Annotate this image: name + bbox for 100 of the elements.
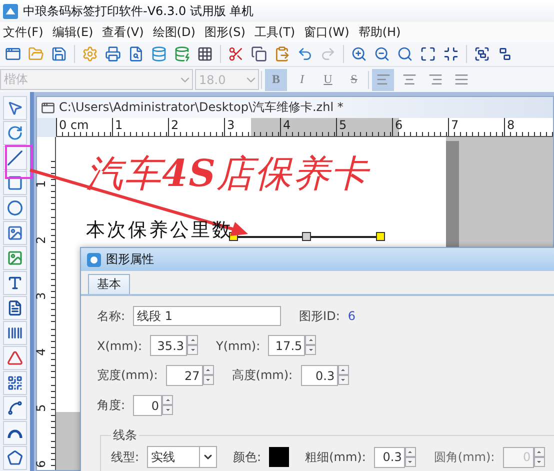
zoom-out-icon[interactable] xyxy=(374,46,390,62)
tool-button[interactable] xyxy=(3,96,27,120)
number-field[interactable]: 0.3 xyxy=(374,446,405,468)
ungroup-icon[interactable] xyxy=(497,46,513,62)
tool-button[interactable] xyxy=(3,221,27,245)
number-field[interactable]: 17.5 xyxy=(268,335,306,356)
group-icon[interactable] xyxy=(474,46,490,62)
menu-item[interactable]: 图形(S) xyxy=(204,24,246,40)
zoom-in-icon[interactable] xyxy=(351,46,367,62)
tool-button[interactable] xyxy=(3,321,27,345)
highlight-frame xyxy=(5,145,33,179)
save-icon[interactable] xyxy=(51,46,67,62)
ellipse-icon xyxy=(7,200,23,216)
barcode-icon xyxy=(7,325,23,341)
ruler-label: 6 xyxy=(34,460,48,468)
spin-up-button[interactable] xyxy=(404,446,416,456)
align-button[interactable] xyxy=(372,68,394,90)
field-label: 宽度(mm): xyxy=(97,367,158,384)
dialog-title: 图形属性 xyxy=(106,251,154,268)
arc-icon xyxy=(7,427,23,439)
spin-up-button[interactable] xyxy=(305,335,316,345)
tool-button[interactable] xyxy=(3,246,27,270)
menu-item[interactable]: 工具(T) xyxy=(254,24,296,40)
ruler-label: 4 xyxy=(34,348,48,356)
fit-page-icon[interactable] xyxy=(420,46,436,62)
tool-button[interactable] xyxy=(3,421,27,445)
database-check-icon[interactable] xyxy=(174,46,190,62)
ruler-label: 3 xyxy=(34,292,48,300)
printer-icon[interactable] xyxy=(105,46,121,62)
text-style-button[interactable]: U xyxy=(317,68,339,90)
search-icon[interactable] xyxy=(397,46,413,62)
spin-down-button[interactable] xyxy=(162,405,174,415)
tool-button[interactable] xyxy=(3,296,27,320)
tool-button[interactable] xyxy=(3,121,27,145)
tool-button[interactable] xyxy=(3,346,27,370)
tab[interactable]: 基本 xyxy=(88,274,130,294)
paragraph-icon xyxy=(7,300,23,316)
spin-down-button[interactable] xyxy=(338,375,349,385)
text-style-button[interactable]: I xyxy=(291,68,313,90)
menu-item[interactable]: 文件(F) xyxy=(3,24,44,40)
tool-button[interactable] xyxy=(3,446,27,470)
image-icon xyxy=(7,250,23,266)
scissors-icon[interactable] xyxy=(228,46,244,62)
print-preview-icon[interactable] xyxy=(128,46,144,62)
rotate-icon xyxy=(7,125,23,141)
field-label: 图形ID: xyxy=(299,308,340,324)
ruler-label: 2 xyxy=(34,236,48,244)
paste-icon[interactable] xyxy=(274,46,290,62)
spin-down-button[interactable] xyxy=(305,345,316,355)
pointer-icon xyxy=(7,100,23,116)
ruler-label: 8 xyxy=(506,118,515,132)
field-label: 高度(mm): xyxy=(232,367,293,384)
ruler-label: 7 xyxy=(450,118,459,132)
spin-up-button[interactable] xyxy=(187,335,198,345)
shape-id-value: 6 xyxy=(348,309,356,323)
menu-item[interactable]: 编辑(E) xyxy=(52,24,94,40)
name-field[interactable]: 线段 1 xyxy=(133,306,282,326)
menu-item[interactable]: 绘图(D) xyxy=(152,24,196,40)
ruler-label: 4 xyxy=(282,118,291,132)
menu-item[interactable]: 窗口(W) xyxy=(304,24,350,40)
spin-up-button[interactable] xyxy=(338,365,349,375)
undo-icon[interactable] xyxy=(297,46,313,62)
ruler-label: 0 cm xyxy=(58,118,89,132)
menu-item[interactable]: 查看(V) xyxy=(102,24,144,40)
qr-code-icon xyxy=(7,375,23,391)
line-style-dropdown[interactable]: 实线 xyxy=(147,446,218,468)
spin-down-button[interactable] xyxy=(202,375,214,385)
database-icon[interactable] xyxy=(151,46,167,62)
field-label: 粗细(mm): xyxy=(305,448,366,466)
number-field[interactable]: 0 xyxy=(133,395,162,416)
picture-icon xyxy=(7,225,23,241)
field-label: X(mm): xyxy=(97,338,142,352)
copy-icon[interactable] xyxy=(251,46,267,62)
actual-size-icon[interactable] xyxy=(443,46,459,62)
document-icon xyxy=(41,100,55,114)
tool-button[interactable] xyxy=(3,371,27,395)
align-icon xyxy=(428,72,442,87)
text-style-button[interactable]: S xyxy=(343,68,365,90)
number-field[interactable]: 35.3 xyxy=(150,335,188,356)
rounded-rectangle-icon xyxy=(7,175,23,191)
number-field[interactable]: 0.3 xyxy=(300,365,338,386)
ruler-label: 5 xyxy=(34,404,48,412)
label-title: 汽车4S店保养卡 xyxy=(86,150,372,197)
app-logo-icon xyxy=(3,4,18,18)
window-icon[interactable] xyxy=(5,46,21,62)
tool-button[interactable] xyxy=(3,171,27,195)
menu-item[interactable]: 帮助(H) xyxy=(358,24,401,40)
spin-down-button[interactable] xyxy=(187,345,198,355)
number-field[interactable]: 27 xyxy=(166,365,203,386)
grid-icon[interactable] xyxy=(197,46,213,62)
tool-button[interactable] xyxy=(3,271,27,295)
tool-button[interactable] xyxy=(3,196,27,220)
line-icon xyxy=(7,150,23,166)
spin-up-button[interactable] xyxy=(534,446,545,456)
color-swatch[interactable] xyxy=(269,447,290,467)
tool-button[interactable] xyxy=(3,396,27,420)
field-label: 颜色: xyxy=(233,448,262,466)
field-label: 角度: xyxy=(97,397,126,414)
spin-up-button[interactable] xyxy=(202,365,214,375)
spin-up-button[interactable] xyxy=(162,395,174,405)
